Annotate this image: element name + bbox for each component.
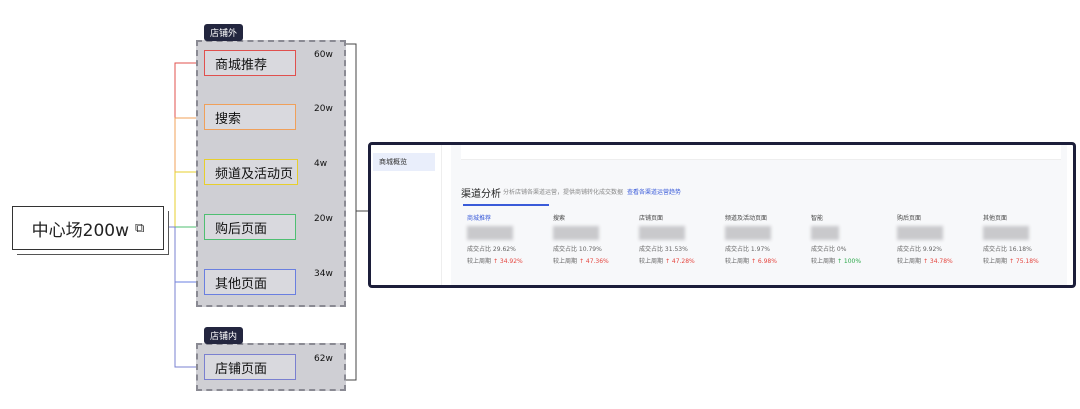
card-name: 购后页面	[897, 215, 922, 222]
card-delta: ↑ 100%	[836, 258, 862, 265]
item-value: 34w	[314, 269, 333, 279]
item-label: 搜索	[215, 111, 242, 127]
item-value: 60w	[314, 50, 333, 60]
center-node[interactable]: 中心场200w ⧉	[12, 206, 164, 250]
card-ratio: 成交占比 31.53%	[639, 246, 688, 253]
center-label: 中心场200w	[31, 220, 130, 241]
card-blurred-value	[553, 226, 599, 240]
card-ratio: 成交占比 1.97%	[725, 246, 770, 253]
channel-card[interactable]: 购后页面 成交占比 9.92% 较上周期 ↑ 34.78%	[897, 213, 977, 273]
card-delta: ↑ 34.78%	[922, 258, 953, 265]
item-label: 店铺页面	[215, 361, 268, 377]
group-tag-inside: 店铺内	[204, 327, 244, 344]
group-tag-outside: 店铺外	[204, 24, 244, 41]
card-delta: ↑ 6.98%	[750, 258, 777, 265]
card-blurred-value	[467, 226, 513, 240]
screenshot-link[interactable]: 查看各渠道运营趋势	[627, 187, 681, 196]
active-tab-underline	[463, 204, 549, 206]
item-other[interactable]: 其他页面	[204, 269, 296, 295]
card-blurred-value	[811, 226, 839, 240]
item-label: 购后页面	[215, 221, 268, 237]
item-shop[interactable]: 店铺页面	[204, 354, 296, 380]
item-label: 其他页面	[215, 276, 268, 292]
connector-shop	[162, 226, 200, 368]
card-ratio: 成交占比 0%	[811, 246, 847, 253]
card-delta: ↑ 75.18%	[1008, 258, 1039, 265]
card-name: 商城推荐	[467, 215, 492, 222]
item-label: 商城推荐	[215, 57, 268, 73]
screenshot-sidebar: 商城概览	[371, 145, 442, 285]
card-name: 频道及活动页面	[725, 215, 768, 222]
item-value: 20w	[314, 104, 333, 114]
card-name: 其他页面	[983, 215, 1008, 222]
card-delta: ↑ 34.92%	[492, 258, 523, 265]
channel-card[interactable]: 其他页面 成交占比 16.18% 较上周期 ↑ 75.18%	[983, 213, 1063, 273]
card-ratio: 成交占比 10.79%	[553, 246, 602, 253]
card-compare: 较上周期 ↑ 100%	[811, 258, 862, 265]
connector-recommend	[162, 62, 200, 228]
card-name: 搜索	[553, 215, 566, 222]
card-ratio: 成交占比 9.92%	[897, 246, 942, 253]
sidebar-item-overview[interactable]: 商城概览	[373, 153, 435, 171]
channel-card[interactable]: 智能 成交占比 0% 较上周期 ↑ 100%	[811, 213, 891, 273]
card-compare: 较上周期 ↑ 47.28%	[639, 258, 695, 265]
card-compare: 较上周期 ↑ 47.36%	[553, 258, 609, 265]
item-after-purchase[interactable]: 购后页面	[204, 214, 296, 240]
channel-card[interactable]: 频道及活动页面 成交占比 1.97% 较上周期 ↑ 6.98%	[725, 213, 805, 273]
card-compare: 较上周期 ↑ 6.98%	[725, 258, 777, 265]
item-value: 20w	[314, 214, 333, 224]
card-compare: 较上周期 ↑ 34.92%	[467, 258, 523, 265]
card-delta: ↑ 47.36%	[578, 258, 609, 265]
card-ratio: 成交占比 29.62%	[467, 246, 516, 253]
screenshot-top-bar	[461, 145, 1061, 160]
channel-card[interactable]: 店铺页面 成交占比 31.53% 较上周期 ↑ 47.28%	[639, 213, 719, 273]
screenshot-title: 渠道分析	[461, 189, 501, 200]
card-blurred-value	[897, 226, 943, 240]
item-label: 频道及活动页	[215, 166, 294, 182]
connector-channel	[162, 171, 200, 228]
card-blurred-value	[983, 226, 1029, 240]
item-channel[interactable]: 频道及活动页	[204, 159, 298, 185]
screenshot-main: 渠道分析 分析店铺各渠道运营，提供商铺转化成交数据 查看各渠道运营趋势 商城推荐…	[451, 145, 1067, 285]
card-compare: 较上周期 ↑ 75.18%	[983, 258, 1039, 265]
card-blurred-value	[725, 226, 771, 240]
item-recommend[interactable]: 商城推荐	[204, 50, 296, 76]
card-blurred-value	[639, 226, 685, 240]
card-delta: ↑ 47.28%	[664, 258, 695, 265]
item-search[interactable]: 搜索	[204, 104, 296, 130]
brace	[346, 43, 357, 381]
card-name: 智能	[811, 215, 824, 222]
embedded-screenshot: 商城概览 渠道分析 分析店铺各渠道运营，提供商铺转化成交数据 查看各渠道运营趋势…	[368, 142, 1076, 288]
channel-card[interactable]: 搜索 成交占比 10.79% 较上周期 ↑ 47.36%	[553, 213, 633, 273]
connector-other	[162, 226, 200, 283]
link-icon: ⧉	[135, 220, 145, 236]
card-compare: 较上周期 ↑ 34.78%	[897, 258, 953, 265]
card-name: 店铺页面	[639, 215, 664, 222]
channel-card[interactable]: 商城推荐 成交占比 29.62% 较上周期 ↑ 34.92%	[467, 213, 547, 273]
screenshot-subtitle: 分析店铺各渠道运营，提供商铺转化成交数据	[503, 189, 624, 196]
item-value: 62w	[314, 354, 333, 364]
item-value: 4w	[314, 159, 328, 169]
card-ratio: 成交占比 16.18%	[983, 246, 1032, 253]
